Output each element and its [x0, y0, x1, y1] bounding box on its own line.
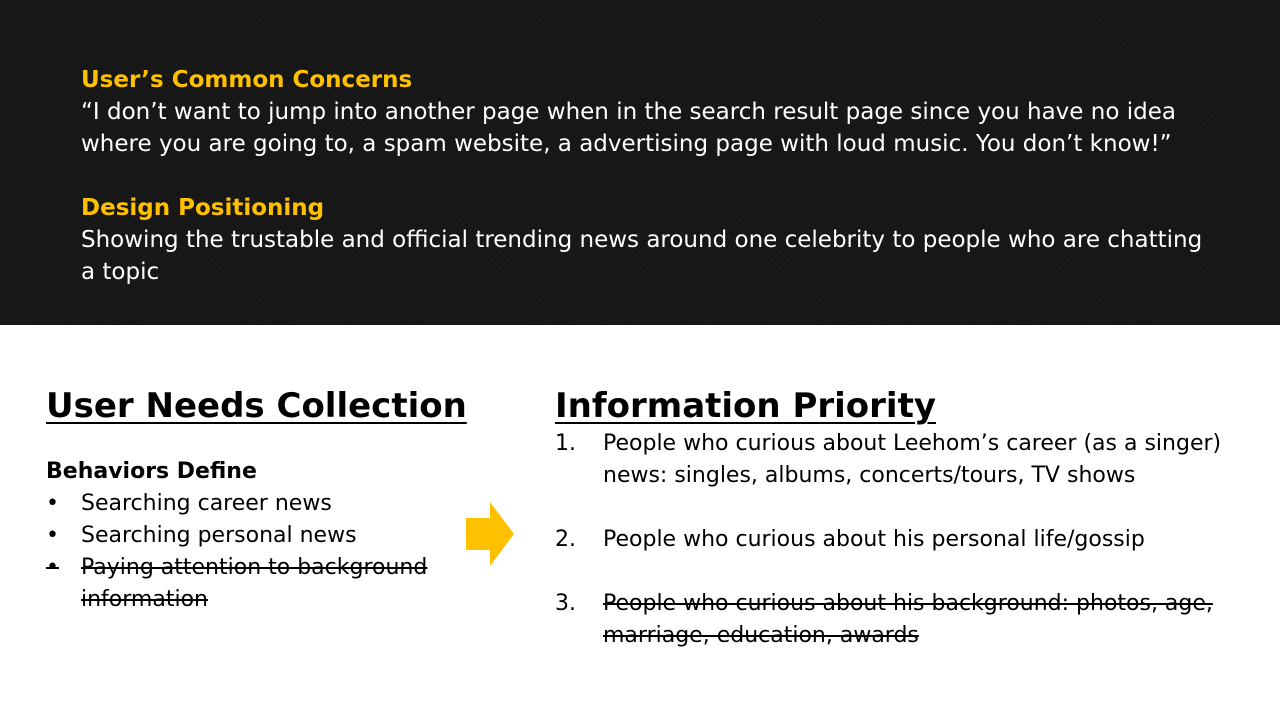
- list-item-text: Searching career news: [81, 491, 332, 516]
- concerns-heading: User’s Common Concerns: [81, 67, 413, 93]
- priority-number: 1.: [555, 431, 576, 456]
- top-content: User’s Common Concerns “I don’t want to …: [81, 64, 1221, 288]
- priority-text: People who curious about his background:…: [603, 591, 1213, 648]
- priority-number: 3.: [555, 591, 576, 616]
- bullet-icon: •: [46, 555, 59, 580]
- user-needs-title: User Needs Collection: [46, 386, 467, 426]
- behaviors-heading: Behaviors Define: [46, 459, 257, 484]
- positioning-text: Showing the trustable and official trend…: [81, 227, 1203, 285]
- user-needs-section: User Needs Collection Behaviors Define •…: [46, 384, 467, 616]
- list-item: • Searching career news: [46, 488, 466, 520]
- information-priority-title: Information Priority: [555, 386, 936, 426]
- list-item: • Searching personal news: [46, 520, 466, 552]
- information-priority-section: Information Priority 1. People who curio…: [555, 384, 1255, 652]
- list-item-text: Paying attention to background informati…: [81, 555, 428, 612]
- priority-list: 1. People who curious about Leehom’s car…: [555, 428, 1255, 652]
- list-item-struck: • Paying attention to background informa…: [46, 552, 466, 616]
- positioning-heading: Design Positioning: [81, 195, 325, 221]
- bullet-icon: •: [46, 523, 59, 548]
- bullet-icon: •: [46, 491, 59, 516]
- concerns-quote: “I don’t want to jump into another page …: [81, 99, 1176, 157]
- right-arrow-icon: [466, 502, 514, 566]
- priority-number: 2.: [555, 527, 576, 552]
- priority-item: 1. People who curious about Leehom’s car…: [555, 428, 1255, 492]
- priority-text: People who curious about his personal li…: [603, 527, 1145, 552]
- list-item-text: Searching personal news: [81, 523, 357, 548]
- behaviors-list: • Searching career news • Searching pers…: [46, 488, 466, 616]
- slide: User’s Common Concerns “I don’t want to …: [0, 0, 1280, 720]
- priority-item-struck: 3. People who curious about his backgrou…: [555, 588, 1255, 652]
- top-dark-band: User’s Common Concerns “I don’t want to …: [0, 0, 1280, 325]
- priority-item: 2. People who curious about his personal…: [555, 524, 1255, 556]
- priority-text: People who curious about Leehom’s career…: [603, 431, 1222, 488]
